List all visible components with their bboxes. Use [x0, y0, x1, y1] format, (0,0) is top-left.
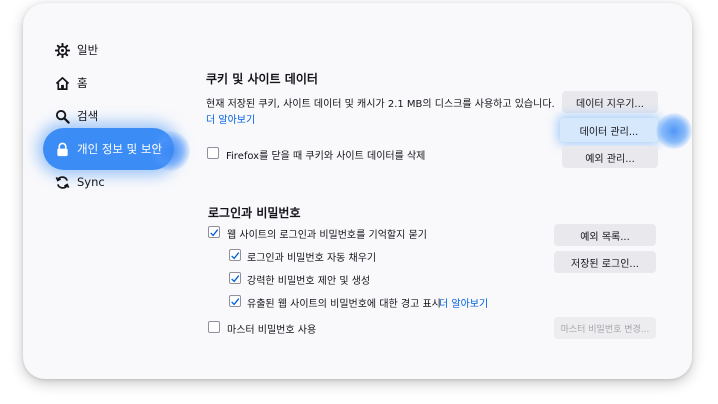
cursor-glow — [656, 113, 692, 149]
sidebar-item-label: 일반 — [77, 43, 99, 57]
master-password-checkbox[interactable] — [208, 321, 220, 333]
change-master-password-button[interactable]: 마스터 비밀번호 변경... — [554, 317, 656, 339]
checkmark-icon — [210, 228, 219, 236]
checkmark-icon — [231, 251, 240, 259]
checkmark-icon — [231, 297, 240, 305]
sidebar-item-search[interactable]: 검색 — [53, 103, 98, 129]
autofill-label: 로그인과 비밀번호 자동 채우기 — [247, 253, 377, 264]
sidebar-item-home[interactable]: 홈 — [53, 70, 88, 96]
lock-icon — [53, 140, 71, 158]
sidebar-item-label: 홈 — [77, 76, 88, 90]
manage-exceptions-button[interactable]: 예외 관리... — [562, 146, 658, 168]
ask-to-save-label: 웹 사이트의 로그인과 비밀번호를 기억할지 묻기 — [227, 230, 427, 241]
manage-data-button[interactable]: 데이터 관리... — [560, 118, 658, 142]
search-icon — [53, 107, 71, 125]
delete-on-close-checkbox[interactable] — [207, 147, 219, 159]
delete-on-close-label: Firefox를 닫을 때 쿠키와 사이트 데이터를 삭제 — [226, 151, 426, 162]
gear-icon — [53, 41, 71, 59]
sidebar-item-sync[interactable]: Sync — [53, 169, 105, 195]
preferences-window: 일반 홈 검색 개인 정보 및 보안 Sync 쿠키 및 사이트 데이터 현재 … — [23, 3, 692, 379]
sidebar-item-label: 검색 — [77, 109, 99, 123]
login-exceptions-button[interactable]: 예외 목록... — [554, 224, 656, 246]
master-password-label: 마스터 비밀번호 사용 — [227, 325, 317, 336]
sidebar-item-label: Sync — [77, 175, 105, 189]
sidebar-item-privacy[interactable]: 개인 정보 및 보안 — [53, 136, 162, 162]
cookies-description: 현재 저장된 쿠키, 사이트 데이터 및 캐시가 2.1 MB의 디스크를 사용… — [206, 99, 555, 110]
sync-icon — [53, 173, 71, 191]
logins-heading: 로그인과 비밀번호 — [208, 206, 301, 220]
sidebar-item-general[interactable]: 일반 — [53, 37, 98, 63]
home-icon — [53, 74, 71, 92]
breach-alerts-checkbox[interactable] — [229, 295, 241, 307]
breach-alerts-label: 유출된 웹 사이트의 비밀번호에 대한 경고 표시 — [247, 299, 441, 310]
suggest-passwords-label: 강력한 비밀번호 제안 및 생성 — [247, 276, 371, 287]
cookies-heading: 쿠키 및 사이트 데이터 — [206, 72, 318, 86]
breach-learn-more-link[interactable]: 더 알아보기 — [439, 295, 488, 310]
sidebar-item-label: 개인 정보 및 보안 — [77, 142, 163, 156]
clear-data-button[interactable]: 데이터 지우기... — [562, 91, 658, 113]
suggest-passwords-checkbox[interactable] — [229, 272, 241, 284]
cookies-learn-more-link[interactable]: 더 알아보기 — [206, 111, 255, 126]
ask-to-save-checkbox[interactable] — [208, 226, 220, 238]
checkmark-icon — [231, 274, 240, 282]
autofill-checkbox[interactable] — [229, 249, 241, 261]
saved-logins-button[interactable]: 저장된 로그인... — [554, 251, 656, 273]
